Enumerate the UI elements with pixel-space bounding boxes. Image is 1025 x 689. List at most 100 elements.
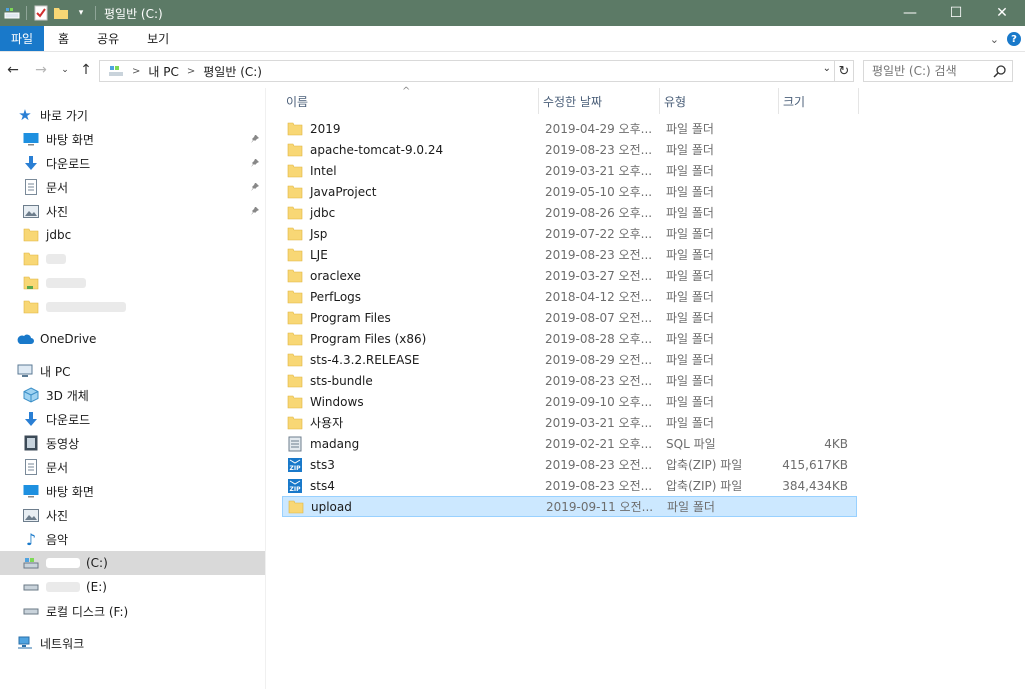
sidebar-item-downloads[interactable]: 다운로드 xyxy=(0,151,265,175)
file-row[interactable]: Program Files 2019-08-07 오전... 파일 폴더 xyxy=(282,307,857,328)
tab-view[interactable]: 보기 xyxy=(133,26,183,51)
drive-icon[interactable] xyxy=(2,3,22,23)
file-row[interactable]: ZIP sts3 2019-08-23 오전... 압축(ZIP) 파일 415,617… xyxy=(282,454,857,475)
file-name: upload xyxy=(311,499,352,514)
sidebar-item-onedrive[interactable]: OneDrive xyxy=(0,327,265,351)
sidebar-item-quick-access[interactable]: ★ 바로 가기 xyxy=(0,103,265,127)
sidebar-item-drive-f[interactable]: 로컬 디스크 (F:) xyxy=(0,599,265,623)
file-row[interactable]: madang 2019-02-21 오후... SQL 파일 4KB xyxy=(282,433,857,454)
file-name: 사용자 xyxy=(310,416,344,430)
folder-icon xyxy=(288,499,304,515)
file-type: 파일 폴더 xyxy=(666,374,714,388)
file-row[interactable]: 사용자 2019-03-21 오후... 파일 폴더 xyxy=(282,412,857,433)
maximize-button[interactable]: ☐ xyxy=(933,0,979,26)
tab-share[interactable]: 공유 xyxy=(83,26,133,51)
back-button[interactable]: ← xyxy=(2,59,24,81)
file-name-cell: Windows xyxy=(282,394,542,410)
column-name[interactable]: 이름 ^ xyxy=(282,86,539,114)
expand-ribbon-icon[interactable]: ⌄ xyxy=(990,33,999,46)
refresh-button[interactable]: ↻ xyxy=(835,60,854,82)
file-row[interactable]: Intel 2019-03-21 오후... 파일 폴더 xyxy=(282,160,857,181)
sidebar-item-redacted[interactable] xyxy=(0,271,265,295)
file-date: 2019-03-27 오전... xyxy=(545,269,653,283)
breadcrumb-this-pc[interactable]: 내 PC xyxy=(148,63,178,80)
file-row[interactable]: Jsp 2019-07-22 오후... 파일 폴더 xyxy=(282,223,857,244)
sidebar-item-videos[interactable]: 동영상 xyxy=(0,431,265,455)
column-date[interactable]: 수정한 날짜 xyxy=(539,88,660,114)
properties-icon[interactable] xyxy=(31,3,51,23)
sidebar-item-desktop[interactable]: 바탕 화면 xyxy=(0,479,265,503)
search-icon[interactable] xyxy=(993,64,1007,81)
sidebar-item-3d-objects[interactable]: 3D 개체 xyxy=(0,383,265,407)
folder-icon xyxy=(287,289,303,305)
breadcrumb-drive[interactable]: 평일반 (C:) xyxy=(203,63,262,80)
sidebar-item-network[interactable]: 네트워크 xyxy=(0,631,265,655)
sidebar-item-jdbc[interactable]: jdbc xyxy=(0,223,265,247)
file-row[interactable]: oraclexe 2019-03-27 오전... 파일 폴더 xyxy=(282,265,857,286)
file-row[interactable]: Program Files (x86) 2019-08-28 오후... 파일 폴더 xyxy=(282,328,857,349)
search-box[interactable] xyxy=(863,60,1013,82)
sidebar-item-music[interactable]: ♪ 음악 xyxy=(0,527,265,551)
pin-icon[interactable] xyxy=(250,157,260,171)
column-type[interactable]: 유형 xyxy=(660,88,779,114)
forward-button[interactable]: → xyxy=(30,59,52,81)
file-row[interactable]: sts-4.3.2.RELEASE 2019-08-29 오전... 파일 폴더 xyxy=(282,349,857,370)
sidebar-item-label: 다운로드 xyxy=(46,156,91,171)
separator xyxy=(95,6,96,20)
up-button[interactable]: ↑ xyxy=(75,59,97,81)
file-name: oraclexe xyxy=(310,268,361,283)
sidebar-item-this-pc[interactable]: 내 PC xyxy=(0,359,265,383)
close-button[interactable]: ✕ xyxy=(979,0,1025,26)
sidebar-item-downloads[interactable]: 다운로드 xyxy=(0,407,265,431)
drive-icon xyxy=(22,554,40,572)
new-folder-icon[interactable] xyxy=(51,3,71,23)
help-icon[interactable]: ? xyxy=(1007,32,1021,46)
sidebar-item-label: 음악 xyxy=(46,532,69,547)
address-bar[interactable]: > 내 PC > 평일반 (C:) ⌄ xyxy=(99,60,835,82)
sidebar-item-label: 바탕 화면 xyxy=(46,132,94,147)
sidebar-item-redacted[interactable] xyxy=(0,247,265,271)
customize-dropdown-icon[interactable]: ▾ xyxy=(71,3,91,23)
breadcrumb-separator[interactable]: > xyxy=(132,66,140,77)
file-date: 2019-08-23 오전... xyxy=(545,374,653,388)
sidebar-item-pictures[interactable]: 사진 xyxy=(0,503,265,527)
svg-text:ZIP: ZIP xyxy=(290,486,302,493)
file-row[interactable]: ZIP sts4 2019-08-23 오전... 압축(ZIP) 파일 384,434… xyxy=(282,475,857,496)
minimize-button[interactable]: — xyxy=(887,0,933,26)
folder-icon xyxy=(287,310,303,326)
column-size[interactable]: 크기 xyxy=(779,88,859,114)
sidebar-item-documents[interactable]: 문서 xyxy=(0,175,265,199)
recent-locations-button[interactable]: ⌄ xyxy=(54,59,76,81)
sidebar-item-label: 다운로드 xyxy=(46,412,91,427)
file-name: jdbc xyxy=(310,205,336,220)
file-row[interactable]: 2019 2019-04-29 오후... 파일 폴더 xyxy=(282,118,857,139)
sidebar-item-redacted[interactable] xyxy=(0,295,265,319)
sidebar-item-desktop[interactable]: 바탕 화면 xyxy=(0,127,265,151)
music-icon: ♪ xyxy=(25,529,37,549)
sidebar-item-pictures[interactable]: 사진 xyxy=(0,199,265,223)
pin-icon[interactable] xyxy=(250,181,260,195)
sidebar-item-drive-e[interactable]: (E:) xyxy=(0,575,265,599)
column-label: 이름 xyxy=(286,94,309,109)
sidebar-item-label: 바탕 화면 xyxy=(46,484,94,499)
file-date: 2019-04-29 오후... xyxy=(545,122,653,136)
file-name: 2019 xyxy=(310,121,341,136)
search-input[interactable] xyxy=(872,64,997,78)
pin-icon[interactable] xyxy=(250,205,260,219)
breadcrumb-separator[interactable]: > xyxy=(187,66,195,77)
file-row[interactable]: upload 2019-09-11 오전... 파일 폴더 xyxy=(282,496,857,517)
pin-icon[interactable] xyxy=(250,133,260,147)
address-dropdown-icon[interactable]: ⌄ xyxy=(823,63,831,74)
file-row[interactable]: sts-bundle 2019-08-23 오전... 파일 폴더 xyxy=(282,370,857,391)
file-row[interactable]: LJE 2019-08-23 오전... 파일 폴더 xyxy=(282,244,857,265)
file-row[interactable]: PerfLogs 2018-04-12 오전... 파일 폴더 xyxy=(282,286,857,307)
file-row[interactable]: apache-tomcat-9.0.24 2019-08-23 오전... 파일 폴… xyxy=(282,139,857,160)
tab-file[interactable]: 파일 xyxy=(0,26,44,51)
file-date: 2019-08-23 오전... xyxy=(545,143,653,157)
sidebar-item-drive-c[interactable]: (C:) xyxy=(0,551,265,575)
tab-home[interactable]: 홈 xyxy=(44,26,83,51)
file-row[interactable]: Windows 2019-09-10 오후... 파일 폴더 xyxy=(282,391,857,412)
sidebar-item-documents[interactable]: 문서 xyxy=(0,455,265,479)
file-row[interactable]: JavaProject 2019-05-10 오후... 파일 폴더 xyxy=(282,181,857,202)
file-row[interactable]: jdbc 2019-08-26 오후... 파일 폴더 xyxy=(282,202,857,223)
